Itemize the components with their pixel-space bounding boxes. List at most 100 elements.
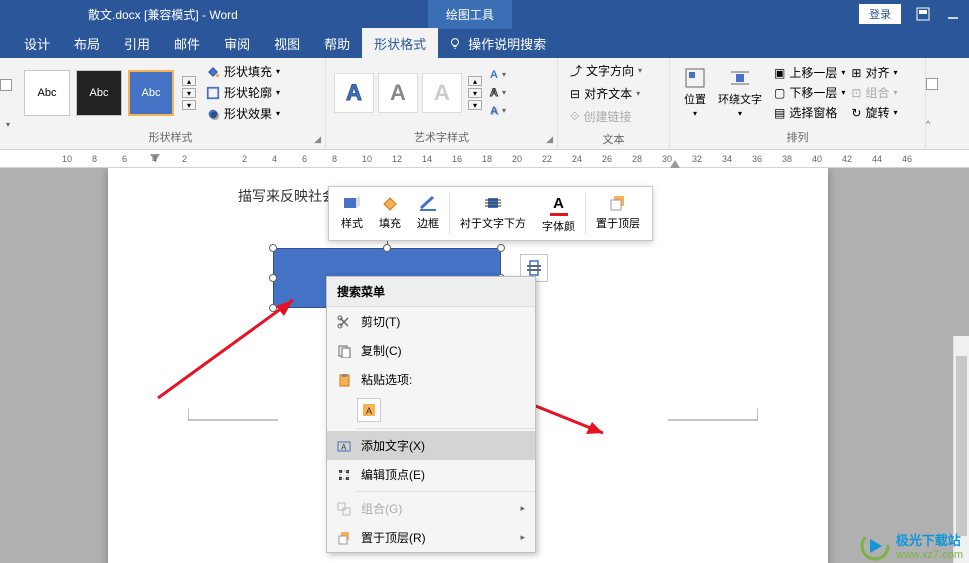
rotate-button[interactable]: ↻旋转▾ bbox=[851, 104, 897, 121]
mini-fill-button[interactable]: 填充 bbox=[371, 191, 409, 236]
align-button[interactable]: ⊞对齐▾ bbox=[851, 64, 897, 81]
add-text-icon: A bbox=[335, 438, 353, 454]
ruler-tick: 14 bbox=[422, 154, 432, 164]
mini-wrap-button[interactable]: 衬于文字下方 bbox=[452, 191, 534, 236]
ribbon-edge-right: ^ bbox=[926, 58, 942, 149]
resize-handle-nw[interactable] bbox=[269, 244, 277, 252]
mini-style-button[interactable]: 样式 bbox=[333, 191, 371, 236]
ruler-tick: 36 bbox=[752, 154, 762, 164]
shape-effects-button[interactable]: 形状效果▾ bbox=[206, 105, 280, 122]
document-area: 描写来反映社会生活的文学体裁。"小说"一词出自《庄子·外物》 bbox=[0, 168, 969, 563]
style-gallery-more[interactable]: ▴▾▾ bbox=[182, 70, 196, 116]
watermark: 极光下载站 www.xz7.com bbox=[860, 530, 963, 561]
menu-edit-points[interactable]: 编辑顶点(E) bbox=[327, 460, 535, 489]
bring-forward-button[interactable]: ▣上移一层▾ bbox=[774, 64, 845, 81]
scrollbar-thumb[interactable] bbox=[956, 356, 967, 536]
wordart-thumb-3[interactable]: A bbox=[422, 73, 462, 113]
tab-references[interactable]: 引用 bbox=[112, 28, 162, 58]
create-link-button[interactable]: ⟐创建链接 bbox=[570, 108, 642, 125]
login-button[interactable]: 登录 bbox=[859, 4, 901, 24]
ruler-tick: 6 bbox=[122, 154, 127, 164]
tab-design[interactable]: 设计 bbox=[12, 28, 62, 58]
svg-text:A: A bbox=[341, 443, 347, 452]
dialog-launcher-icon[interactable]: ◢ bbox=[546, 134, 553, 145]
ruler-tick: 4 bbox=[272, 154, 277, 164]
tell-me-search[interactable]: 操作说明搜索 bbox=[448, 34, 546, 53]
ribbon: ▾ Abc Abc Abc ▴▾▾ 形状填充▾ 形状轮廓▾ bbox=[0, 58, 969, 150]
minimize-icon[interactable] bbox=[945, 6, 961, 22]
tab-layout[interactable]: 布局 bbox=[62, 28, 112, 58]
style-thumb-1[interactable]: Abc bbox=[24, 70, 70, 116]
horizontal-ruler[interactable]: 1086422468101214161820222426283032343638… bbox=[0, 150, 969, 168]
text-direction-icon: ⤴ bbox=[570, 62, 582, 79]
ruler-tick: 22 bbox=[542, 154, 552, 164]
submenu-arrow-icon: ▸ bbox=[520, 503, 525, 514]
ruler-tick: 10 bbox=[362, 154, 372, 164]
ruler-tick: 32 bbox=[692, 154, 702, 164]
style-thumb-2[interactable]: Abc bbox=[76, 70, 122, 116]
shape-outline-button[interactable]: 形状轮廓▾ bbox=[206, 84, 280, 101]
dialog-launcher-icon[interactable]: ◢ bbox=[314, 134, 321, 145]
ribbon-options-icon[interactable] bbox=[915, 6, 931, 22]
tab-review[interactable]: 审阅 bbox=[212, 28, 262, 58]
collapse-ribbon-icon[interactable]: ^ bbox=[926, 119, 942, 129]
menu-bring-front[interactable]: 置于顶层(R) ▸ bbox=[327, 523, 535, 552]
tab-view[interactable]: 视图 bbox=[262, 28, 312, 58]
ruler-tick: 44 bbox=[872, 154, 882, 164]
bring-front-icon bbox=[607, 193, 629, 213]
resize-handle-w[interactable] bbox=[269, 274, 277, 282]
wordart-thumb-1[interactable]: A bbox=[334, 73, 374, 113]
context-menu: 搜索菜单 剪切(T) 复制(C) 粘贴选项: A A 添加文字(X) 编辑顶点(… bbox=[326, 276, 536, 553]
text-outline-button[interactable]: A▾ bbox=[490, 87, 506, 99]
pane-icon: ▤ bbox=[774, 106, 785, 120]
edit-points-icon bbox=[335, 467, 353, 483]
position-button[interactable]: 位置▾ bbox=[678, 67, 712, 118]
mini-font-color-button[interactable]: A 字体颜 bbox=[534, 191, 583, 236]
wordart-gallery-more[interactable]: ▴▾▾ bbox=[468, 73, 482, 113]
style-icon bbox=[341, 193, 363, 213]
ruler-tick: 18 bbox=[482, 154, 492, 164]
edge-drop[interactable]: ▾ bbox=[0, 120, 16, 129]
margin-bracket-right bbox=[668, 408, 758, 428]
paste-option-1[interactable]: A bbox=[357, 398, 381, 422]
tell-me-label: 操作说明搜索 bbox=[468, 34, 546, 53]
ribbon-tabs: 设计 布局 引用 邮件 审阅 视图 帮助 形状格式 操作说明搜索 bbox=[0, 28, 969, 58]
edge-icon[interactable] bbox=[0, 79, 12, 91]
font-color-icon: A bbox=[548, 193, 570, 213]
vertical-scrollbar[interactable] bbox=[953, 336, 969, 563]
align-icon: ⊞ bbox=[851, 66, 861, 80]
effects-icon bbox=[206, 107, 220, 121]
resize-handle-sw[interactable] bbox=[269, 304, 277, 312]
wordart-thumb-2[interactable]: A bbox=[378, 73, 418, 113]
align-text-button[interactable]: ⊟对齐文本▾ bbox=[570, 85, 642, 102]
tab-shape-format[interactable]: 形状格式 bbox=[362, 28, 438, 58]
style-thumb-3[interactable]: Abc bbox=[128, 70, 174, 116]
rotate-icon: ↻ bbox=[851, 106, 861, 120]
tab-mailings[interactable]: 邮件 bbox=[162, 28, 212, 58]
wrap-text-button[interactable]: 环绕文字▾ bbox=[712, 67, 768, 118]
tab-help[interactable]: 帮助 bbox=[312, 28, 362, 58]
menu-cut[interactable]: 剪切(T) bbox=[327, 307, 535, 336]
send-backward-button[interactable]: ▢下移一层▾ bbox=[774, 84, 845, 101]
text-direction-button[interactable]: ⤴文字方向▾ bbox=[570, 62, 642, 79]
group-button[interactable]: ⊡组合▾ bbox=[851, 84, 897, 101]
mini-outline-button[interactable]: 边框 bbox=[409, 191, 447, 236]
shape-fill-button[interactable]: 形状填充▾ bbox=[206, 63, 280, 80]
ruler-tick: 30 bbox=[662, 154, 672, 164]
text-fill-button[interactable]: A▾ bbox=[490, 69, 506, 81]
size-icon[interactable] bbox=[926, 78, 938, 90]
mini-bring-front-button[interactable]: 置于顶层 bbox=[588, 191, 648, 236]
watermark-logo-icon bbox=[860, 531, 890, 561]
menu-add-text[interactable]: A 添加文字(X) bbox=[327, 431, 535, 460]
paste-icon bbox=[335, 372, 353, 388]
selection-pane-button[interactable]: ▤选择窗格 bbox=[774, 104, 845, 121]
shape-style-gallery[interactable]: Abc Abc Abc ▴▾▾ bbox=[24, 70, 196, 116]
fill-icon bbox=[379, 193, 401, 213]
text-effects-button[interactable]: A▾ bbox=[490, 105, 506, 117]
outline-icon bbox=[417, 193, 439, 213]
menu-copy[interactable]: 复制(C) bbox=[327, 336, 535, 365]
link-icon: ⟐ bbox=[570, 109, 579, 124]
resize-handle-ne[interactable] bbox=[497, 244, 505, 252]
wordart-gallery[interactable]: A A A ▴▾▾ bbox=[334, 73, 482, 113]
resize-handle-n[interactable] bbox=[383, 244, 391, 252]
